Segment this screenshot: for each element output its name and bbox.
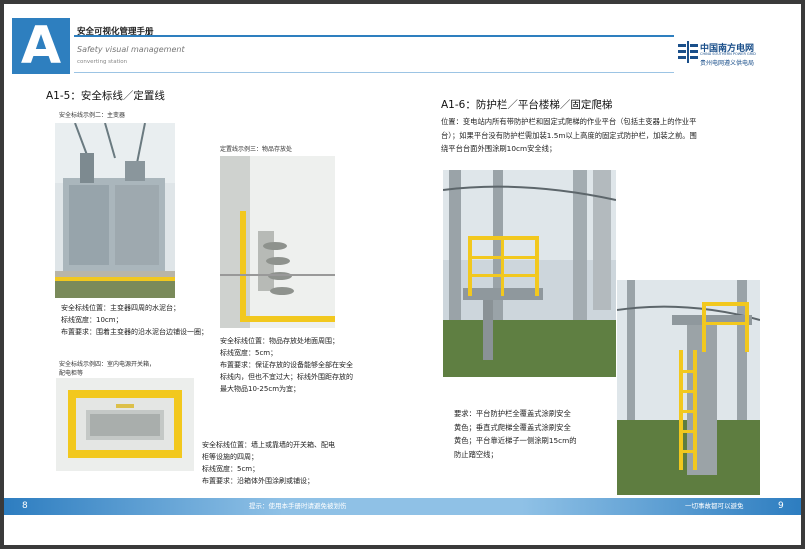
page-number-right: 9 <box>778 501 784 511</box>
example4-line: 安全标线位置：墙上或靠墙的开关箱、配电 <box>202 441 335 449</box>
power-grid-icon <box>678 41 698 63</box>
manual-subtitle-en2: converting station <box>77 59 128 65</box>
footer-tip: 提示：使用本手册时请避免被划伤 <box>249 502 347 510</box>
ladder-photo <box>617 280 760 495</box>
example2-caption: 安全标线示例二：主变器 <box>59 112 126 119</box>
page-number-left: 8 <box>22 501 28 511</box>
a1-6-intro-line: 位置：变电站内所有带防护栏和固定式爬梯的作业平台（包括主变器上的作业平 <box>441 117 697 126</box>
example3-line: 布置要求：保证存放的设备能够全部在安全 <box>220 361 353 369</box>
example3-caption: 定置线示例三：物品存放处 <box>220 146 293 153</box>
manual-spread: A 安全可视化管理手册 Safety visual management con… <box>4 4 801 545</box>
platform-railing-photo <box>443 170 616 377</box>
example4-line: 柜等设施的四周； <box>202 453 258 461</box>
chapter-logo: A <box>12 18 70 74</box>
example2-line: 安全标线位置：主变器四周的水泥台； <box>61 304 180 312</box>
a1-6-req-line: 要求：平台防护栏全覆盖式涂刷安全 <box>454 409 571 418</box>
section-title-a1-5: A1-5：安全标线／定置线 <box>46 90 165 102</box>
example2-line: 布置要求：围着主变器的沿水泥台边铺设一圈； <box>61 328 208 336</box>
header-divider <box>74 35 674 37</box>
example4-caption: 安全标线示例四：室内电源开关箱， 配电柜等 <box>59 360 155 378</box>
example4-line: 标线宽度：5cm； <box>202 465 260 473</box>
transformer-photo <box>55 123 175 298</box>
a1-6-intro-line: 绕平台台面外围涂刷10cm安全线； <box>441 144 557 153</box>
page-footer: 8 提示：使用本手册时请避免被划伤 一切事故都可以避免 9 <box>4 498 801 515</box>
a1-6-requirements: 要求：平台防护栏全覆盖式涂刷安全 黄色；垂直式爬梯全覆盖式涂刷安全 黄色；平台靠… <box>454 407 577 461</box>
brand-subsidiary: 贵州电网遵义供电局 <box>700 60 755 67</box>
manual-subtitle-en: Safety visual management <box>77 45 185 54</box>
example4-caption-line: 配电柜等 <box>59 370 84 377</box>
a1-6-intro-line: 台）；如果平台没有防护栏需加装1.5m以上高度的固定式防护栏，加装之前。围 <box>441 130 697 140</box>
brand-name-en: CHINA SOUTHERN POWER GRID <box>700 52 756 56</box>
section-title-a1-6: A1-6：防护栏／平台楼梯／固定爬梯 <box>441 99 613 111</box>
header-divider-thin <box>74 72 674 73</box>
a1-6-req-line: 黄色；平台靠近梯子一侧涂刷15cm的 <box>454 436 577 445</box>
example2-line: 标线宽度：10cm； <box>61 316 123 324</box>
example3-line: 最大物品10-25cm为宜； <box>220 385 301 393</box>
example4-line: 布置要求：沿箱体外围涂刷或铺设； <box>202 477 314 485</box>
a1-6-req-line: 黄色；垂直式爬梯全覆盖式涂刷安全 <box>454 422 571 432</box>
example4-caption-line: 安全标线示例四：室内电源开关箱， <box>59 361 156 368</box>
brand-logo: 中国南方电网 CHINA SOUTHERN POWER GRID 贵州电网遵义供… <box>674 37 774 71</box>
page-header: A 安全可视化管理手册 Safety visual management con… <box>4 4 801 78</box>
example3-text: 安全标线位置：物品存放处地面周围； 标线宽度：5cm； 布置要求：保证存放的设备… <box>220 335 353 395</box>
example3-line: 标线内，但也不宜过大；标线外围距存放的 <box>220 373 353 381</box>
example3-line: 安全标线位置：物品存放处地面周围； <box>220 337 339 345</box>
switch-box-photo <box>56 378 194 471</box>
example2-text: 安全标线位置：主变器四周的水泥台； 标线宽度：10cm； 布置要求：围着主变器的… <box>61 302 208 338</box>
storage-area-photo <box>220 156 335 328</box>
example3-line: 标线宽度：5cm； <box>220 349 278 357</box>
example4-text: 安全标线位置：墙上或靠墙的开关箱、配电 柜等设施的四周； 标线宽度：5cm； 布… <box>202 439 335 487</box>
a1-6-intro: 位置：变电站内所有带防护栏和固定式爬梯的作业平台（包括主变器上的作业平 台）；如… <box>441 115 697 156</box>
a1-6-req-line: 防止踏空线； <box>454 449 498 459</box>
footer-slogan: 一切事故都可以避免 <box>685 502 744 510</box>
